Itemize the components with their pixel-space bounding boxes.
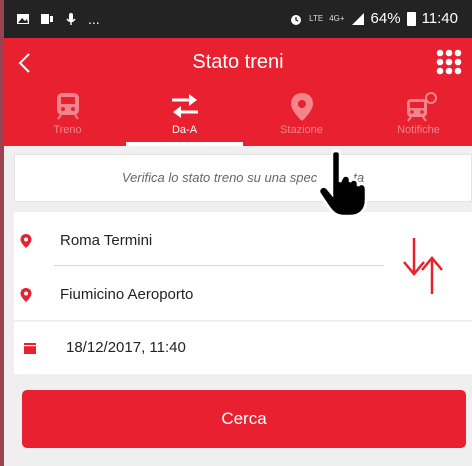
status-bar-system: LTE 4G+ 64% 11:40 [289, 10, 458, 27]
network-type: LTE [309, 13, 324, 23]
swap-arrows-icon [171, 94, 198, 118]
tab-da-a[interactable]: Da-A [126, 88, 243, 146]
swap-stations-icon[interactable] [400, 236, 446, 296]
route-divider [54, 265, 384, 266]
battery-percent: 64% [370, 10, 401, 27]
app-bar: Stato treni [4, 38, 472, 88]
to-station-field[interactable]: Fiumicino Aeroporto [60, 286, 193, 303]
apps-grid-icon[interactable] [434, 47, 464, 77]
status-bar: ... LTE 4G+ 64% 11:40 [4, 0, 472, 38]
tab-bar: Treno Da-A Stazione Notifiche [4, 88, 472, 146]
location-pin-icon [290, 93, 313, 121]
image-icon [17, 14, 29, 24]
mic-icon [66, 13, 76, 25]
gallery-icon [41, 14, 53, 24]
datetime-field[interactable]: 18/12/2017, 11:40 [14, 322, 472, 374]
tab-stazione-label: Stazione [280, 124, 323, 136]
more-notifications: ... [88, 11, 100, 27]
tab-notifiche-label: Notifiche [397, 124, 440, 136]
info-banner: Verifica lo stato treno su una spec ta [14, 154, 472, 202]
clock: 11:40 [421, 10, 458, 27]
search-button[interactable]: Cerca [22, 390, 466, 448]
route-card: Roma Termini Fiumicino Aeroporto [14, 212, 472, 320]
tab-treno[interactable]: Treno [9, 88, 126, 146]
alarm-icon [291, 14, 302, 25]
active-tab-indicator [126, 142, 243, 146]
network-generation: 4G+ [329, 13, 345, 23]
phone-screen: ... LTE 4G+ 64% 11:40 Stato treni Treno … [4, 0, 472, 466]
info-text: Verifica lo stato treno su una spec ta [121, 170, 365, 185]
pointer-hand-icon [317, 149, 368, 218]
battery-icon [406, 11, 416, 26]
from-station-field[interactable]: Roma Termini [60, 232, 152, 249]
signal-icon [351, 12, 364, 25]
from-pin-icon [20, 234, 32, 248]
datetime-value: 18/12/2017, 11:40 [66, 339, 186, 356]
calendar-icon [24, 343, 36, 354]
to-pin-icon [20, 288, 32, 302]
train-icon [56, 93, 79, 120]
page-title: Stato treni [192, 51, 284, 73]
tab-stazione[interactable]: Stazione [243, 88, 360, 146]
tab-da-a-label: Da-A [171, 124, 198, 136]
tab-notifiche[interactable]: Notifiche [360, 88, 472, 146]
status-bar-notifications: ... [16, 11, 100, 27]
train-notification-icon [406, 92, 437, 122]
tab-treno-label: Treno [53, 124, 82, 136]
